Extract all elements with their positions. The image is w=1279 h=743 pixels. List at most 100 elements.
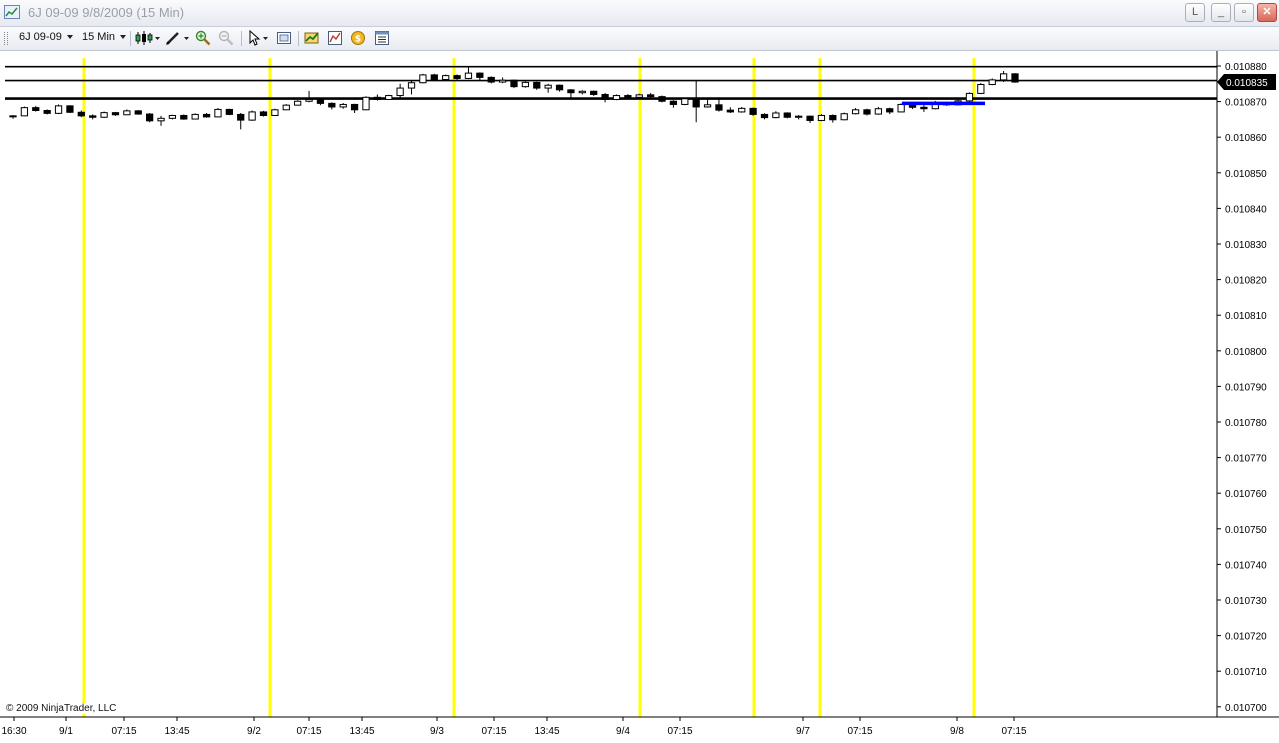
- price-tick-label: 0.010790: [1225, 382, 1267, 393]
- candle-body: [43, 110, 51, 114]
- candle-body: [669, 100, 678, 105]
- properties-icon[interactable]: [374, 30, 390, 46]
- session-break-line: [82, 58, 86, 717]
- last-price-label: 0.010835: [1226, 78, 1268, 89]
- time-tick-label: 9/1: [59, 726, 73, 737]
- price-tick-label: 0.010770: [1225, 454, 1267, 465]
- price-chart[interactable]: 0.010880 0.010870 0.010860 0.010850 0.010840…: [0, 51, 1279, 743]
- candle-body: [350, 103, 359, 111]
- candle-body: [487, 76, 495, 83]
- chart-toolbar: 6J 09-09 15 Min $: [0, 27, 1279, 51]
- price-tick-label: 0.010810: [1225, 311, 1267, 322]
- candle-body: [988, 79, 996, 86]
- maximize-button[interactable]: ▫: [1234, 3, 1254, 22]
- time-tick-label: 13:45: [349, 726, 374, 737]
- price-tick-label: 0.010880: [1225, 62, 1267, 73]
- link-button[interactable]: L: [1185, 3, 1205, 22]
- cursor-icon[interactable]: [247, 30, 271, 46]
- candle-body: [54, 105, 63, 114]
- candle-body: [396, 87, 404, 97]
- chevron-down-icon: [120, 35, 127, 40]
- candle-body: [498, 79, 507, 83]
- minimize-button[interactable]: _: [1211, 3, 1231, 22]
- candle-body: [681, 98, 689, 105]
- candle-body: [555, 84, 564, 91]
- time-tick-label: 9/2: [247, 726, 261, 737]
- bar-style-icon[interactable]: [135, 30, 161, 46]
- time-tick-label: 13:45: [534, 726, 559, 737]
- time-tick-label: 9/4: [616, 726, 630, 737]
- candle-body: [567, 89, 575, 94]
- candle-body: [442, 75, 450, 81]
- candle-body: [977, 84, 985, 94]
- time-tick-label: 07:15: [481, 726, 506, 737]
- candle-body: [647, 94, 655, 98]
- candle-body: [305, 98, 313, 102]
- zoom-in-icon[interactable]: [195, 30, 211, 46]
- candle-body: [874, 108, 882, 115]
- candle-body: [738, 107, 746, 113]
- session-break-line: [972, 58, 976, 717]
- zoom-out-icon[interactable]: [218, 30, 234, 46]
- price-tick-label: 0.010730: [1225, 596, 1267, 607]
- candle-body: [202, 113, 211, 118]
- price-tick-label: 0.010780: [1225, 418, 1267, 429]
- chevron-down-icon: [66, 35, 73, 40]
- candle-body: [772, 112, 780, 119]
- time-tick-label: 07:15: [1001, 726, 1026, 737]
- session-break-line: [452, 58, 456, 717]
- indicators-icon[interactable]: [327, 30, 343, 46]
- price-tick-label: 0.010760: [1225, 489, 1267, 500]
- toolbar-separator: [130, 31, 131, 46]
- candle-body: [66, 105, 74, 113]
- candle-body: [248, 111, 256, 121]
- toolbar-separator: [298, 31, 299, 46]
- price-tick-label: 0.010820: [1225, 276, 1267, 287]
- candle-body: [259, 111, 268, 116]
- last-price-marker-group: 0.010835: [1217, 74, 1276, 91]
- candle-body: [180, 114, 188, 120]
- candle-body: [544, 84, 552, 89]
- close-button[interactable]: ✕: [1257, 3, 1277, 22]
- candle-body: [419, 74, 427, 84]
- window-title: 6J 09-09 9/8/2009 (15 Min): [28, 5, 185, 20]
- data-box-icon[interactable]: [276, 30, 292, 46]
- time-tick-label: 16:30: [1, 726, 26, 737]
- candle-body: [123, 110, 131, 116]
- candle-body: [214, 108, 222, 118]
- candle-body: [430, 74, 438, 81]
- price-tick-label: 0.010800: [1225, 347, 1267, 358]
- toolbar-grip[interactable]: [4, 32, 8, 45]
- candle-body: [385, 95, 393, 100]
- candle-body: [134, 110, 142, 115]
- candle-body: [749, 107, 757, 115]
- candle-body: [89, 115, 97, 118]
- period-selector[interactable]: 15 Min: [82, 31, 127, 43]
- time-tick-label: 9/8: [950, 726, 964, 737]
- price-tick-label: 0.010830: [1225, 240, 1267, 251]
- candle-body: [533, 81, 541, 89]
- time-tick-label: 13:45: [164, 726, 189, 737]
- toolbar-separator: [241, 31, 242, 46]
- drawing-tool-icon[interactable]: [165, 30, 191, 46]
- candle-body: [817, 114, 826, 121]
- time-tick-label: 07:15: [667, 726, 692, 737]
- candle-body: [464, 72, 473, 79]
- period-label: 15 Min: [82, 31, 116, 43]
- candle-body: [271, 109, 279, 116]
- candle-body: [111, 112, 120, 116]
- candle-body: [760, 113, 769, 119]
- coin-icon[interactable]: $: [350, 30, 366, 46]
- candle-body: [635, 94, 643, 98]
- candle-body: [225, 108, 233, 115]
- candle-body: [829, 114, 837, 121]
- candle-body: [795, 115, 803, 118]
- session-break-line: [268, 58, 272, 717]
- strategy-icon[interactable]: [304, 30, 320, 46]
- candle-body: [886, 108, 894, 113]
- candle-body: [897, 103, 905, 113]
- instrument-selector[interactable]: 6J 09-09: [19, 31, 73, 43]
- candle-body: [362, 96, 370, 111]
- price-tick-label: 0.010740: [1225, 560, 1267, 571]
- copyright-notice: © 2009 NinjaTrader, LLC: [6, 703, 117, 714]
